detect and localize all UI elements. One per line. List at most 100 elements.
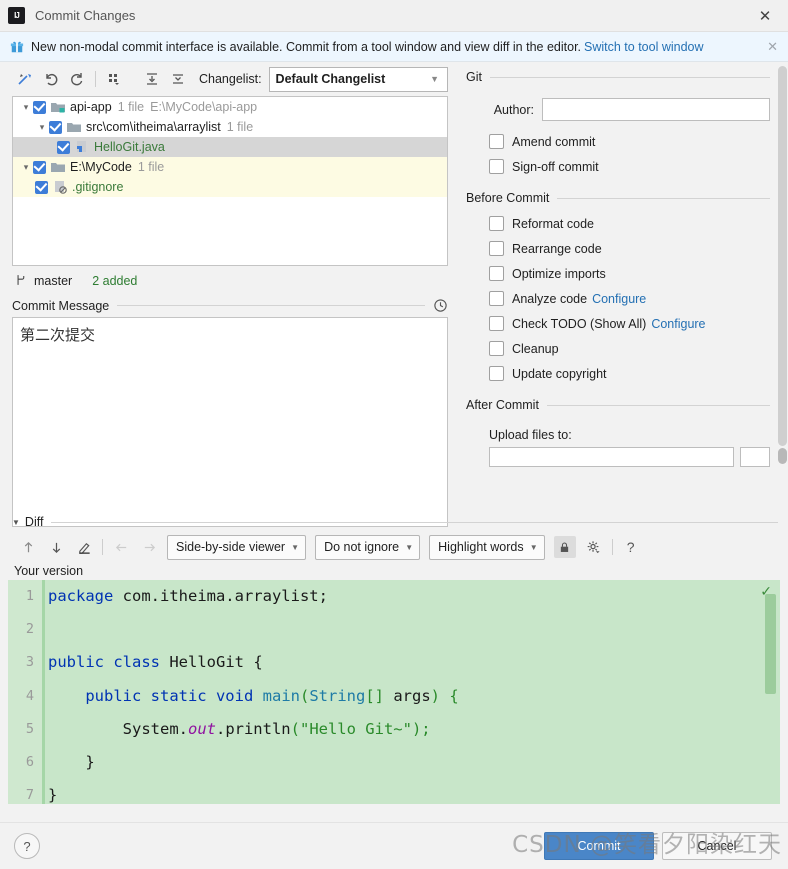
optimize-imports-checkbox[interactable]: Optimize imports <box>458 261 788 286</box>
commit-message-input[interactable]: 第二次提交 <box>12 317 448 527</box>
changelist-dropdown[interactable]: Default Changelist ▼ <box>268 66 448 92</box>
check-todo-configure-link[interactable]: Configure <box>651 317 705 331</box>
rearrange-code-checkbox[interactable]: Rearrange code <box>458 236 788 261</box>
tree-node-label: api-app <box>70 100 112 114</box>
changes-count: 2 added <box>92 274 138 288</box>
checkbox-box[interactable] <box>489 241 504 256</box>
checkbox-label: Update copyright <box>512 366 607 381</box>
upload-config-button[interactable] <box>740 447 770 467</box>
viewer-mode-dropdown[interactable]: Side-by-side viewer ▼ <box>167 534 307 560</box>
clock-icon[interactable] <box>433 298 448 313</box>
notification-close-icon[interactable]: ✕ <box>767 39 778 55</box>
group-by-icon[interactable] <box>101 67 127 91</box>
line-number: 5 <box>25 720 34 737</box>
window-close-button[interactable]: ✕ <box>742 0 788 31</box>
chevron-down-icon[interactable]: ▾ <box>35 122 49 133</box>
checkbox-box[interactable] <box>489 159 504 174</box>
checkbox-box[interactable] <box>489 216 504 231</box>
checkbox-box[interactable] <box>489 316 504 331</box>
chevron-down-icon[interactable]: ▾ <box>19 102 33 113</box>
apply-right-icon[interactable] <box>135 535 163 559</box>
revert-icon[interactable] <box>38 67 64 91</box>
code-token: HelloGit <box>169 653 244 672</box>
diff-pane-label: Your version <box>14 564 84 578</box>
upload-target-dropdown[interactable] <box>489 447 734 467</box>
checkbox-box[interactable] <box>489 366 504 381</box>
changelist-label-text: Changelist: <box>199 72 262 86</box>
ignore-mode-dropdown[interactable]: Do not ignore ▼ <box>315 534 421 560</box>
code-token: } <box>48 752 95 771</box>
checkbox-box[interactable] <box>489 266 504 281</box>
table-row[interactable]: ▾ src\com\itheima\arraylist 1 file <box>13 117 447 137</box>
changes-tree[interactable]: ▾ api-app 1 file E:\MyCode\api-app ▾ src… <box>12 96 448 266</box>
chevron-down-icon[interactable]: ▾ <box>19 162 33 173</box>
commit-message-header: Commit Message <box>0 292 458 315</box>
help-button[interactable]: ? <box>14 833 40 859</box>
checkbox-label: Analyze code <box>512 291 588 306</box>
row-checkbox[interactable] <box>33 160 46 174</box>
reformat-code-checkbox[interactable]: Reformat code <box>458 211 788 236</box>
collapse-caret-icon[interactable]: ▼ <box>12 518 20 527</box>
row-checkbox[interactable] <box>35 180 48 194</box>
diff-code-view[interactable]: 1 2 3 4 5 6 7 package com.itheima.arrayl… <box>8 580 780 804</box>
previous-difference-icon[interactable] <box>14 535 42 559</box>
upload-row <box>458 447 788 467</box>
checkbox-box[interactable] <box>489 134 504 149</box>
checkbox-box[interactable] <box>489 291 504 306</box>
question-icon[interactable]: ? <box>617 535 645 559</box>
edit-source-icon[interactable] <box>70 535 98 559</box>
code-token: [] <box>365 686 394 705</box>
cancel-button[interactable]: Cancel <box>662 832 772 860</box>
upload-files-label: Upload files to: <box>489 428 572 442</box>
next-difference-icon[interactable] <box>42 535 70 559</box>
window-title-bar: IJ Commit Changes ✕ <box>0 0 788 32</box>
apply-left-icon[interactable] <box>107 535 135 559</box>
highlight-mode-value: Highlight words <box>438 540 524 554</box>
commit-button[interactable]: Commit <box>544 832 654 860</box>
tree-node-meta: 1 file <box>137 160 165 174</box>
diff-section-label: Diff <box>24 515 44 529</box>
collapse-all-icon[interactable] <box>165 67 191 91</box>
diff-scrollbar-thumb[interactable] <box>765 594 776 694</box>
folder-icon <box>50 159 66 175</box>
line-number: 6 <box>25 753 34 770</box>
code-token: .println <box>215 719 291 738</box>
sign-off-commit-checkbox[interactable]: Sign-off commit <box>458 154 788 179</box>
analyze-code-checkbox[interactable]: Analyze code Configure <box>458 286 788 311</box>
highlight-mode-dropdown[interactable]: Highlight words ▼ <box>429 534 545 560</box>
expand-all-icon[interactable] <box>139 67 165 91</box>
checkbox-label: Optimize imports <box>512 266 606 281</box>
switch-to-tool-window-link[interactable]: Switch to tool window <box>584 40 704 54</box>
update-copyright-checkbox[interactable]: Update copyright <box>458 361 788 386</box>
chevron-down-icon: ▼ <box>430 74 439 84</box>
row-checkbox[interactable] <box>49 120 62 134</box>
lock-icon[interactable] <box>553 536 576 558</box>
checkbox-box[interactable] <box>489 341 504 356</box>
table-row[interactable]: ▾ api-app 1 file E:\MyCode\api-app <box>13 97 447 117</box>
java-file-icon <box>74 139 90 155</box>
code-token: String <box>309 686 366 705</box>
table-row[interactable]: ▾ E:\MyCode 1 file <box>13 157 447 177</box>
row-checkbox[interactable] <box>57 140 70 154</box>
scrollbar-thumb[interactable] <box>778 66 787 446</box>
options-scrollbar[interactable] <box>778 66 787 464</box>
check-todo-checkbox[interactable]: Check TODO (Show All) Configure <box>458 311 788 336</box>
table-row[interactable]: .gitignore <box>13 177 447 197</box>
code-token: com.itheima.arraylist; <box>113 587 328 605</box>
code-token: ( <box>290 719 300 738</box>
analyze-code-configure-link[interactable]: Configure <box>592 292 646 306</box>
amend-commit-checkbox[interactable]: Amend commit <box>458 129 788 154</box>
refresh-icon[interactable] <box>64 67 90 91</box>
table-row[interactable]: HelloGit.java <box>13 137 447 157</box>
row-checkbox[interactable] <box>33 100 46 114</box>
checkbox-label: Sign-off commit <box>512 159 599 174</box>
scrollbar-thumb-secondary[interactable] <box>778 448 787 464</box>
gift-icon <box>10 40 24 54</box>
show-diff-icon[interactable] <box>12 67 38 91</box>
cleanup-checkbox[interactable]: Cleanup <box>458 336 788 361</box>
code-token: out <box>187 719 216 738</box>
gear-icon[interactable] <box>580 535 608 559</box>
author-field[interactable] <box>542 98 770 121</box>
